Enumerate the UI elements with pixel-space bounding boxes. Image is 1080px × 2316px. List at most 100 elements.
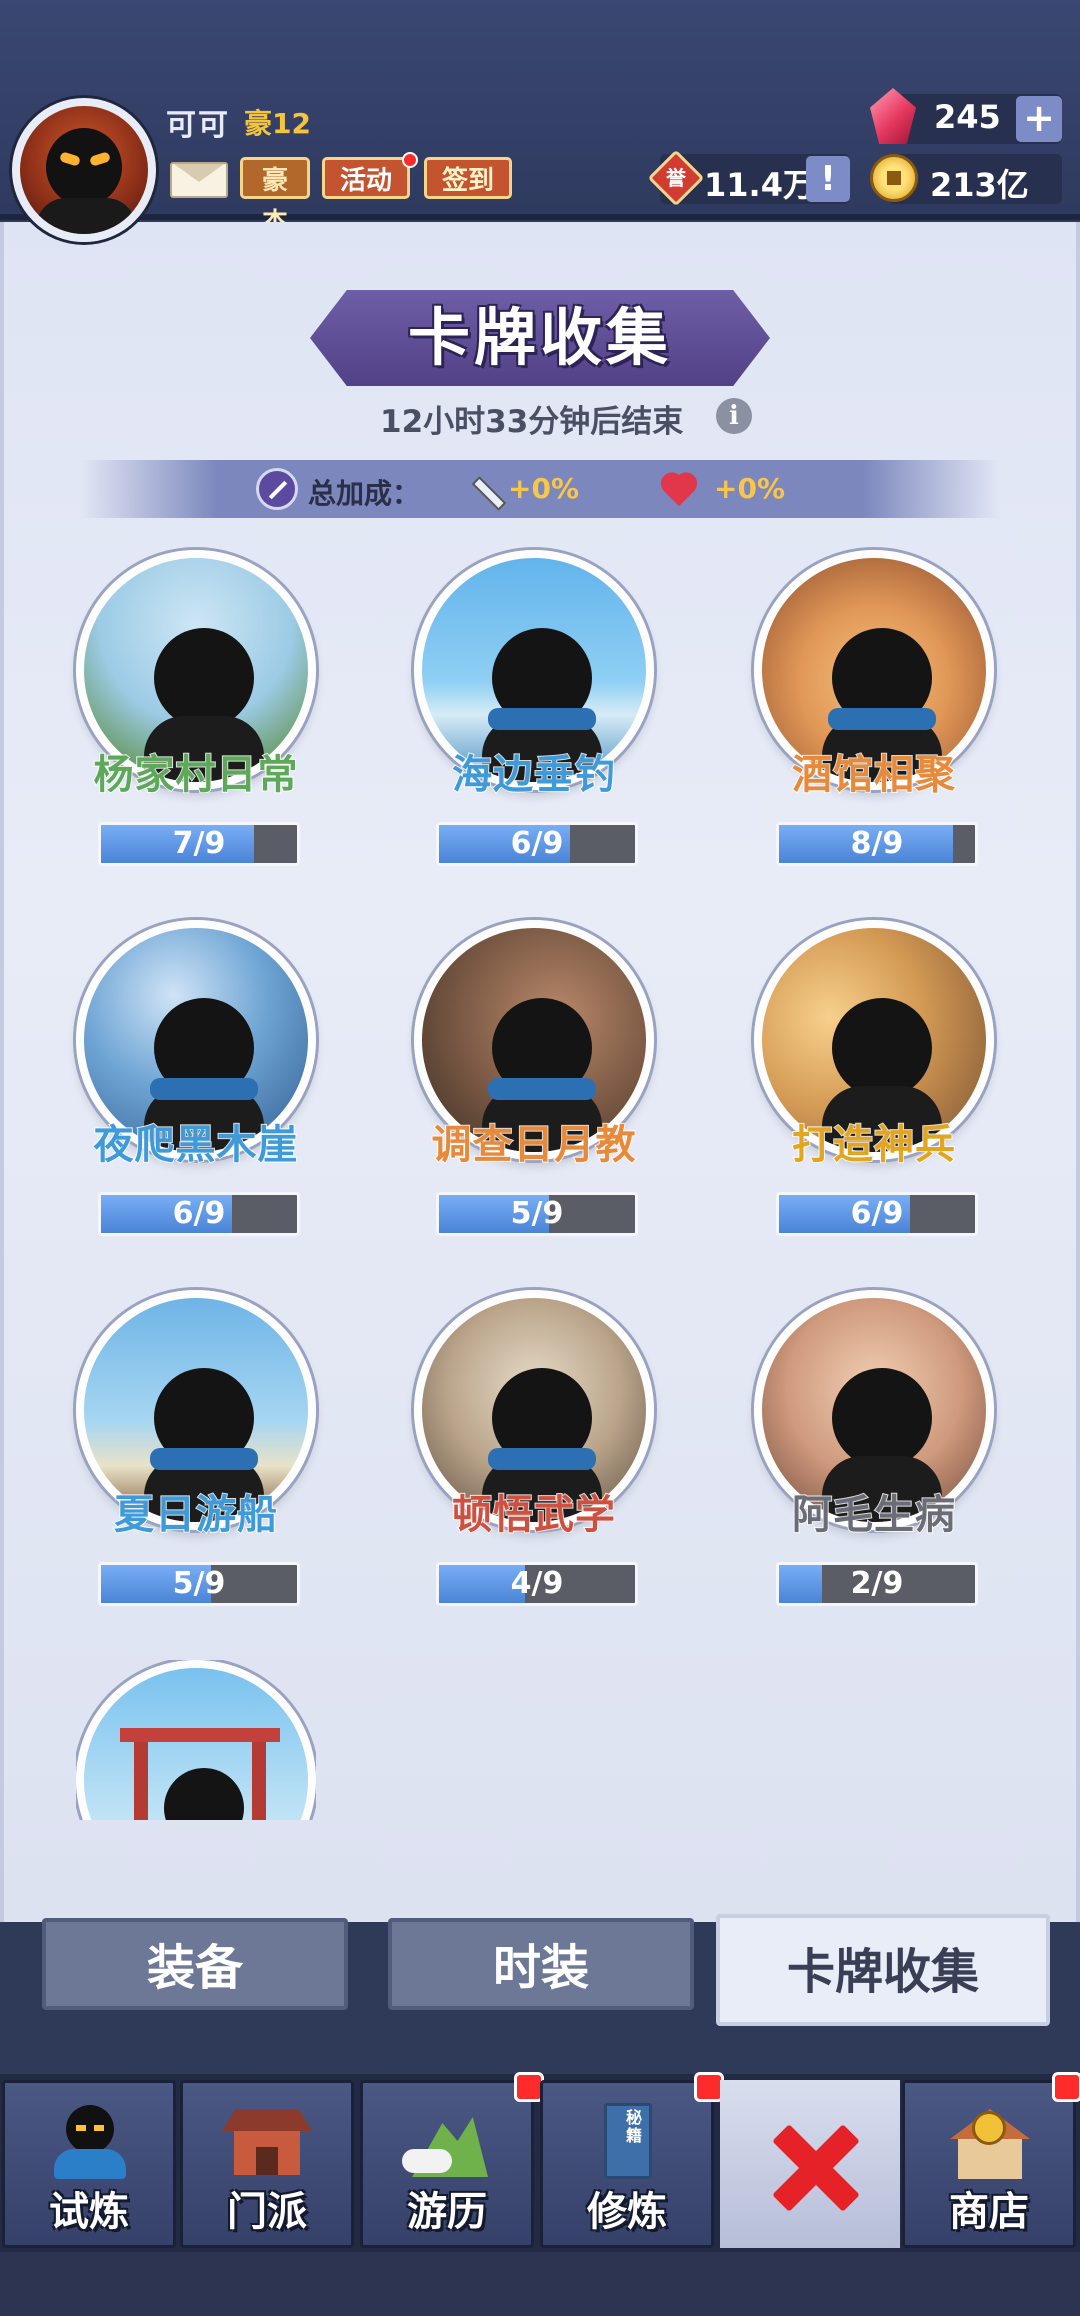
progress-text: 6/9 [510,826,564,861]
activity-button[interactable]: 活动 [322,157,410,199]
nav-shop[interactable]: 商店 [902,2080,1076,2248]
character-figure [154,628,254,728]
checkin-button[interactable]: 签到 [424,157,512,199]
haojie-button[interactable]: 豪杰 [240,157,310,238]
cloud-shape [402,2149,452,2173]
tab-card-collection[interactable]: 卡牌收集 [716,1914,1050,2026]
card-progress-bar: 6/9 [436,822,638,866]
ninja-body [54,2149,126,2179]
reputation-amount: 11.4万 [704,166,815,204]
shop-notification-dot [1052,2072,1080,2102]
nav-cultivate[interactable]: 秘籍 修炼 [540,2080,714,2248]
card-progress-bar: 7/9 [98,822,300,866]
event-countdown: 12小时33分钟后结束 [380,404,684,440]
total-bonus-label: 总加成： [308,477,421,510]
bonus-sword-badge-icon [256,468,298,510]
panel-fade [4,1822,1076,1918]
card-progress-bar: 6/9 [98,1192,300,1236]
character-scarf [488,708,596,730]
activity-notification-dot [402,152,418,168]
health-bonus-value: +0% [714,472,785,505]
shop-coin [972,2111,1006,2145]
bottom-strip [0,2252,1080,2316]
progress-text: 7/9 [172,826,226,861]
nav-travel[interactable]: 游历 [360,2080,534,2248]
temple-icon [222,2099,312,2187]
reputation-icon-text: 誉 [666,166,686,190]
card-progress-bar: 2/9 [776,1562,978,1606]
mail-icon[interactable] [170,162,228,198]
temple-roof [222,2109,312,2131]
character-scarf [488,1078,596,1100]
character-figure [832,998,932,1098]
character-scarf [150,1078,258,1100]
attack-bonus-value: +0% [508,472,579,505]
add-gems-button[interactable]: + [1016,96,1062,142]
card-progress-bar: 5/9 [98,1562,300,1606]
nav-travel-label: 游历 [407,2189,487,2235]
progress-text: 6/9 [172,1196,226,1231]
card-partial-clip [76,1660,316,1820]
vip-level: 豪12 [244,107,311,140]
character-figure [832,1368,932,1468]
close-icon [770,2124,854,2208]
ninja-eye [94,2125,104,2131]
card-progress-bar: 6/9 [776,1192,978,1236]
card-illustration-partial[interactable] [76,1660,316,1820]
card-dunwu[interactable]: 顿悟武学 4/9 [404,1290,664,1610]
player-name: 可可 [166,108,230,143]
temple-door [256,2147,278,2175]
character-scarf [828,708,936,730]
card-amao[interactable]: 阿毛生病 2/9 [744,1290,1004,1610]
card-dazao[interactable]: 打造神兵 6/9 [744,920,1004,1240]
progress-text: 8/9 [850,826,904,861]
sword-icon [466,470,506,510]
progress-text: 5/9 [510,1196,564,1231]
card-title: 阿毛生病 [791,1491,956,1539]
character-figure [164,1768,244,1820]
card-title: 调查日月教 [431,1121,637,1169]
nav-trial[interactable]: 试炼 [2,2080,176,2248]
nav-cultivate-label: 修炼 [587,2189,667,2235]
card-title: 顿悟武学 [451,1491,616,1539]
tab-fashion[interactable]: 时装 [388,1918,694,2010]
ninja-icon [44,2099,134,2187]
coin-icon [870,154,918,202]
card-haibian[interactable]: 海边垂钓 6/9 [404,550,664,870]
heart-icon [660,472,700,508]
card-title: 酒馆相聚 [791,751,956,799]
card-jiuguan[interactable]: 酒馆相聚 8/9 [744,550,1004,870]
card-title: 夏日游船 [113,1491,278,1539]
character-scarf [488,1448,596,1470]
gate-pillar [252,1742,266,1820]
reputation-info-button[interactable]: ! [806,156,850,202]
info-icon[interactable]: i [716,398,752,434]
ninja-head [66,2105,114,2153]
gem-amount: 245 [934,98,1001,136]
card-title: 海边垂钓 [451,751,616,799]
book-icon: 秘籍 [582,2099,672,2187]
avatar-head [46,128,122,206]
coin-amount: 213亿 [930,166,1029,204]
mountain-icon [402,2099,492,2187]
nav-sect-label: 门派 [227,2189,307,2235]
card-title: 夜爬黑木崖 [93,1121,299,1169]
close-button[interactable] [720,2080,900,2248]
character-scarf [150,1448,258,1470]
card-xiari[interactable]: 夏日游船 5/9 [66,1290,326,1610]
card-progress-bar: 8/9 [776,822,978,866]
page-title: 卡牌收集 [407,301,672,374]
player-avatar[interactable] [12,98,156,242]
shop-icon [944,2099,1034,2187]
gate-pillar [134,1742,148,1820]
tab-equipment[interactable]: 装备 [42,1918,348,2010]
nav-sect[interactable]: 门派 [180,2080,354,2248]
book-title: 秘籍 [626,2108,643,2145]
card-title: 打造神兵 [791,1121,956,1169]
card-yangjiacun[interactable]: 杨家村日常 7/9 [66,550,326,870]
card-progress-bar: 4/9 [436,1562,638,1606]
progress-text: 5/9 [172,1566,226,1601]
nav-trial-label: 试炼 [49,2189,129,2235]
card-yepa[interactable]: 夜爬黑木崖 6/9 [66,920,326,1240]
card-diaocha[interactable]: 调查日月教 5/9 [404,920,664,1240]
